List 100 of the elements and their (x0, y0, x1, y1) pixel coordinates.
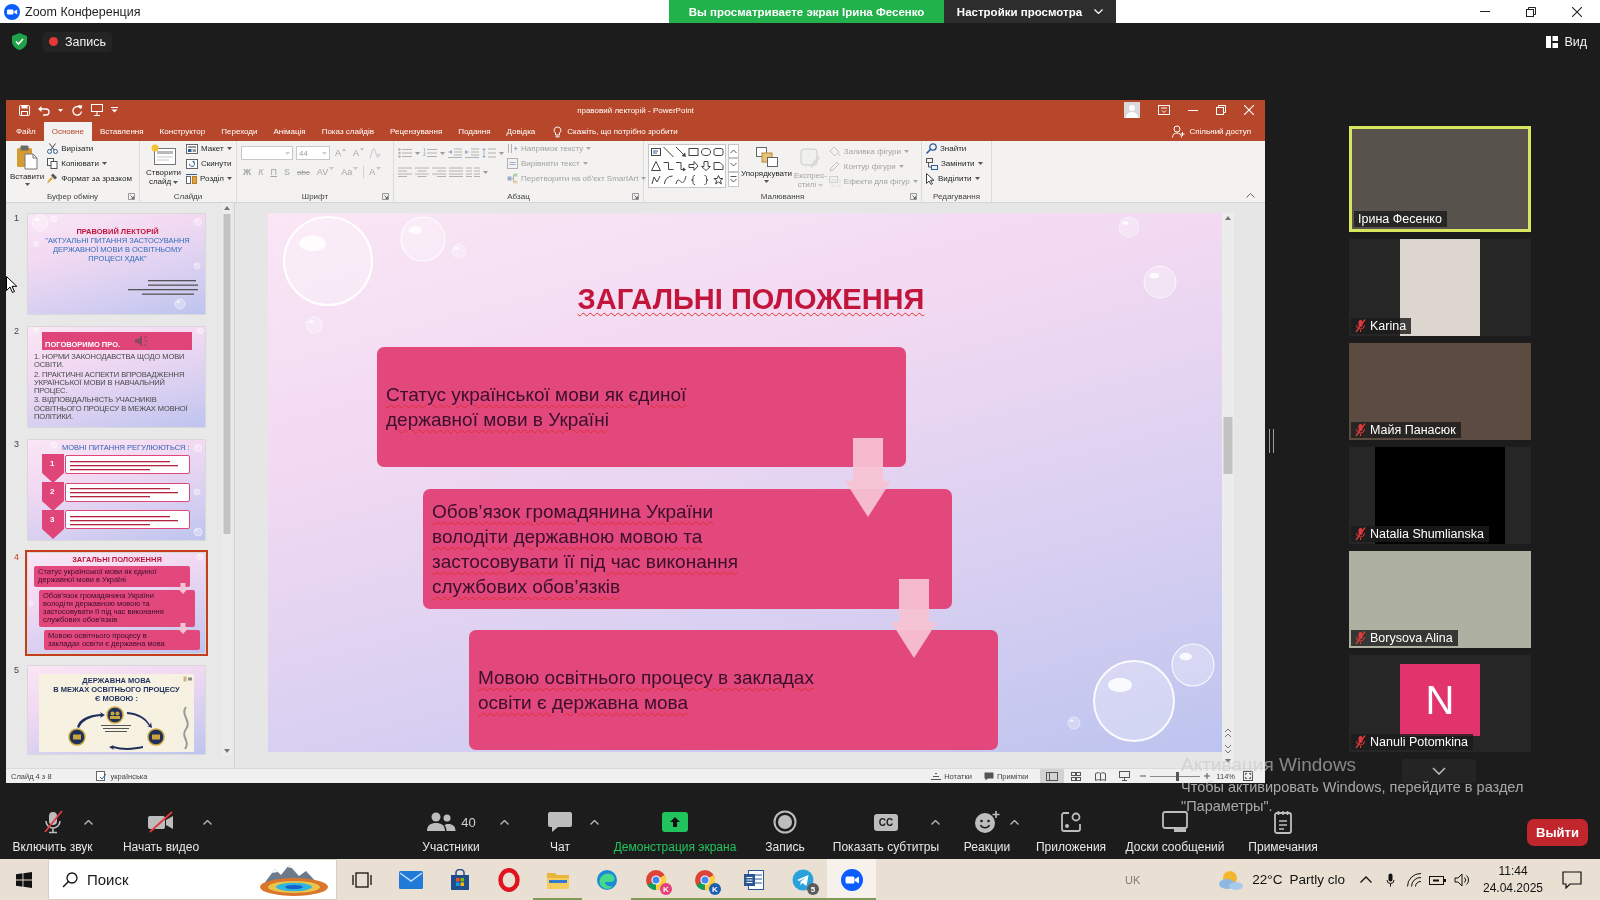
snipped-rectangle-shape-icon[interactable] (713, 162, 724, 170)
search-bar[interactable]: Поиск (48, 859, 337, 900)
caret-up-icon[interactable] (590, 820, 599, 825)
dialog-launcher-icon[interactable] (128, 192, 135, 200)
tell-me-field[interactable]: Скажіть, що потрібно зробити (567, 127, 700, 136)
presenter-icon[interactable] (91, 104, 103, 116)
share-screen-button[interactable]: Демонстрация экрана (613, 809, 737, 854)
chevron-up-icon[interactable] (1360, 876, 1372, 883)
ribbon-tab[interactable]: Основне (43, 122, 92, 141)
apps-button[interactable]: Приложения (1035, 809, 1107, 854)
reset-button[interactable]: Скинути (186, 156, 232, 171)
clock-button[interactable]: 11:44 24.04.2025 (1474, 863, 1552, 896)
ribbon-tab[interactable]: Файл (8, 122, 44, 141)
customize-menu-icon[interactable] (111, 107, 118, 113)
caret-up-icon[interactable] (203, 820, 212, 825)
arrow-line-shape-icon[interactable] (675, 146, 686, 157)
ribbon-tab[interactable]: Вставлення (91, 122, 152, 141)
battery-icon[interactable] (1429, 873, 1447, 886)
dialog-launcher-icon[interactable] (632, 192, 639, 200)
find-button[interactable]: Знайти (926, 141, 983, 156)
right-brace-shape-icon[interactable] (704, 175, 709, 185)
paste-button[interactable]: Вставити (10, 141, 45, 187)
ribbon-display-icon[interactable] (1158, 105, 1170, 115)
taskbar-button[interactable] (827, 859, 876, 900)
ribbon-tab[interactable]: Подання (450, 122, 499, 141)
taskbar-button[interactable]: K (680, 859, 729, 900)
new-slide-button[interactable]: Створити слайд (144, 141, 184, 187)
taskbar-button[interactable]: K (631, 859, 680, 900)
wifi-icon[interactable] (1406, 872, 1422, 887)
reactions-button[interactable]: Реакции (963, 809, 1011, 854)
rounded-rectangle-shape-icon[interactable] (713, 148, 724, 156)
slider-thumb[interactable] (1176, 771, 1180, 781)
speaker-icon[interactable] (1454, 872, 1470, 887)
right-arrow-shape-icon[interactable] (688, 161, 699, 171)
record-button[interactable]: Запись (765, 809, 805, 854)
restore-icon[interactable] (1526, 6, 1536, 17)
normal-view-button[interactable] (1040, 769, 1065, 783)
share-button[interactable]: Спільний доступ (1172, 122, 1265, 141)
arc-shape-icon[interactable] (664, 175, 673, 185)
left-brace-shape-icon[interactable] (691, 175, 696, 185)
elbow-arrow-shape-icon[interactable] (675, 162, 686, 172)
down-arrow-shape-icon[interactable] (701, 161, 711, 171)
unmute-button[interactable]: Включить звук (12, 809, 93, 854)
ribbon-tab[interactable]: Переходи (213, 122, 266, 141)
select-button[interactable]: Виділити (926, 171, 983, 186)
oval-shape-icon[interactable] (701, 148, 711, 156)
participants-button[interactable]: 40 Участники (422, 809, 480, 854)
elbow-connector-shape-icon[interactable] (663, 162, 674, 170)
slide-thumbnail[interactable] (25, 550, 208, 656)
microphone-icon[interactable] (1385, 872, 1395, 887)
arrange-button[interactable]: Упорядкувати (741, 144, 793, 184)
section-button[interactable]: Розділ (186, 171, 232, 186)
caret-up-icon[interactable] (1010, 820, 1019, 825)
more-shapes-icon[interactable] (728, 172, 739, 187)
ribbon-tab[interactable]: Рецензування (382, 122, 451, 141)
view-settings-button[interactable]: Настройки просмотра (944, 0, 1116, 23)
ribbon-tab[interactable]: Довідка (498, 122, 544, 141)
taskbar-button[interactable]: 5 (778, 859, 827, 900)
slide-thumbnail[interactable] (25, 324, 208, 430)
replace-button[interactable]: Замінити (926, 156, 983, 171)
caret-up-icon[interactable] (84, 820, 93, 825)
minimize-icon[interactable] (1188, 109, 1198, 111)
start-video-button[interactable]: Начать видео (122, 809, 200, 854)
leave-button[interactable]: Выйти (1527, 819, 1588, 846)
save-icon[interactable] (19, 104, 30, 116)
dialog-launcher-icon[interactable] (910, 192, 917, 200)
rectangle-shape-icon[interactable] (688, 148, 699, 156)
ribbon-tab[interactable]: Конструктор (151, 122, 214, 141)
shape-gallery[interactable] (648, 144, 726, 188)
recording-button[interactable]: Запись (43, 31, 112, 52)
caret-icon (227, 177, 232, 180)
star-shape-icon[interactable] (713, 175, 724, 185)
format-painter-button[interactable]: Формат за зразком (47, 171, 132, 186)
undo-icon[interactable] (38, 104, 50, 116)
ribbon-tab[interactable]: Анімація (265, 122, 314, 141)
spellcheck-icon[interactable] (95, 771, 107, 781)
overlapping-squares-icon (755, 147, 778, 167)
splitter-handle[interactable] (1269, 429, 1274, 453)
freeform-shape-icon[interactable] (651, 175, 661, 185)
view-button[interactable]: Вид (1546, 34, 1587, 49)
windows-logo-icon[interactable] (16, 871, 32, 888)
weather-button[interactable]: 22°C Partly clo (1217, 868, 1345, 891)
collapse-ribbon-icon[interactable] (1246, 193, 1255, 198)
caret-up-icon[interactable] (500, 820, 509, 825)
dialog-launcher-icon[interactable] (382, 192, 389, 200)
captions-button[interactable]: CC Показать субтитры (832, 809, 940, 854)
text-box-shape-icon[interactable] (651, 148, 661, 156)
search-input[interactable]: Поиск (87, 871, 237, 888)
curve-shape-icon[interactable] (675, 175, 687, 185)
close-icon[interactable] (1572, 6, 1582, 17)
ribbon-tab[interactable]: Показ слайдів (313, 122, 383, 141)
layout-button[interactable]: Макет (186, 141, 232, 156)
redo-icon[interactable] (71, 104, 83, 116)
chat-button[interactable]: Чат (548, 809, 572, 854)
copy-button[interactable]: Копіювати (47, 156, 132, 171)
caret-up-icon[interactable] (931, 820, 940, 825)
notification-icon[interactable] (1562, 870, 1582, 889)
triangle-shape-icon[interactable] (651, 161, 661, 171)
more-participants-button[interactable] (1402, 759, 1476, 783)
cut-button[interactable]: Вирізати (47, 141, 132, 156)
